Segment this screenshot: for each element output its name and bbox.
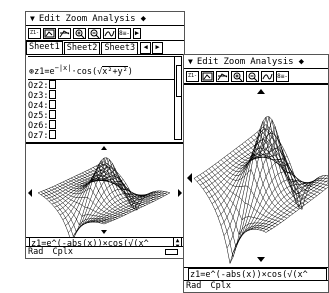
view-window-icon[interactable] (58, 27, 71, 39)
equation-row-2[interactable]: Oz2: (28, 80, 174, 91)
sheet-select-button[interactable]: Z1-Z8 (28, 27, 41, 39)
status-bar: Rad Cplx (26, 246, 184, 258)
rotate-left-arrow-icon[interactable] (187, 173, 192, 183)
menu-analysis[interactable]: Analysis (250, 57, 293, 67)
table-button[interactable]: 8≡- (118, 27, 131, 39)
menu-zoom[interactable]: Zoom (66, 14, 88, 24)
tab-scroll-right-icon[interactable]: ▶ (152, 42, 164, 54)
menu-edit[interactable]: Edit (39, 14, 61, 24)
tab-sheet2[interactable]: Sheet2 (63, 42, 101, 54)
surface-mesh (37, 157, 171, 242)
surface-plot (187, 89, 328, 264)
equation-row-6[interactable]: Oz6: (28, 120, 174, 131)
zoom-out-icon[interactable] (246, 70, 259, 82)
zoom-in-icon[interactable] (231, 70, 244, 82)
graph3d-window[interactable] (26, 142, 184, 242)
rotate-right-arrow-icon[interactable] (178, 189, 182, 197)
tab-scroll-left-icon[interactable]: ◀ (140, 42, 152, 54)
equation-row-3[interactable]: Oz3: (28, 90, 174, 101)
tab-sheet3[interactable]: Sheet3 (101, 42, 139, 54)
menu-bar: ▼ Edit Zoom Analysis ◆ (184, 55, 328, 69)
equation-row-7[interactable]: Oz7: (28, 130, 174, 141)
complex-mode: Cplx (210, 281, 231, 291)
rotate-up-arrow-icon[interactable] (257, 89, 265, 94)
menu-triangle-icon[interactable]: ▼ (30, 14, 35, 23)
graph3d-editor-screen: ▼ Edit Zoom Analysis ◆ Z1-Z8 8≡- ▶ Sheet1 Sh… (25, 11, 185, 259)
complex-mode: Cplx (52, 247, 73, 257)
menu-bar: ▼ Edit Zoom Analysis ◆ (26, 12, 184, 26)
empty-entry-box (49, 90, 57, 99)
empty-entry-box (49, 120, 57, 129)
rotate-down-arrow-icon[interactable] (101, 230, 107, 234)
rotate-down-arrow-icon[interactable] (257, 257, 265, 262)
diamond-icon[interactable]: ◆ (299, 57, 304, 67)
sheet-tabs: Sheet1 Sheet2 Sheet3 ◀ ▶ (26, 41, 184, 55)
equation-formula: z1=e−|x|·cos(√x²+y²) (34, 64, 133, 77)
menu-analysis[interactable]: Analysis (92, 14, 135, 24)
rotate-up-arrow-icon[interactable] (101, 146, 107, 150)
graph-window-icon[interactable] (43, 27, 56, 39)
empty-entry-box (49, 80, 57, 89)
toolbar-scroll-right-icon[interactable]: ▶ (133, 27, 141, 39)
angle-mode: Rad (186, 281, 202, 291)
diamond-icon[interactable]: ◆ (141, 14, 146, 24)
view-window-icon[interactable] (216, 70, 229, 82)
toolbar: Z1-Z8 8≡- ▶ (26, 26, 184, 41)
trace-icon[interactable] (261, 70, 274, 82)
tab-sheet1[interactable]: Sheet1 (26, 41, 63, 54)
zoom-in-icon[interactable] (73, 27, 86, 39)
toolbar: Z1-Z8 8≡- (184, 69, 328, 84)
table-button[interactable]: 8≡- (276, 70, 289, 82)
menu-edit[interactable]: Edit (197, 57, 219, 67)
zoom-out-icon[interactable] (88, 27, 101, 39)
equation-row-4[interactable]: Oz4: (28, 100, 174, 111)
equation-row-1[interactable]: ⊛z1=e−|x|·cos(√x²+y²) (28, 56, 174, 80)
sheet-select-button[interactable]: Z1-Z8 (186, 70, 199, 82)
equation-scrollbar[interactable] (174, 56, 182, 140)
trace-icon[interactable] (103, 27, 116, 39)
empty-entry-box (49, 130, 57, 139)
menu-zoom[interactable]: Zoom (224, 57, 246, 67)
rotate-left-arrow-icon[interactable] (28, 189, 32, 197)
scroll-thumb[interactable] (176, 65, 182, 97)
menu-triangle-icon[interactable]: ▼ (188, 57, 193, 66)
surface-plot (28, 146, 182, 242)
status-bar: Rad Cplx (184, 280, 328, 292)
angle-mode: Rad (28, 247, 44, 257)
empty-entry-box (49, 110, 57, 119)
graph3d-window[interactable] (184, 84, 328, 268)
equation-list: ⊛z1=e−|x|·cos(√x²+y²) Oz2: Oz3: Oz4: Oz5… (28, 56, 174, 141)
battery-icon (165, 249, 178, 255)
graph3d-fullscreen: ▼EditZoomAnalysis◆ Z1-Z8 8≡- z1=e^(-abs(… (183, 54, 329, 293)
empty-entry-box (49, 100, 57, 109)
equation-row-5[interactable]: Oz5: (28, 110, 174, 121)
surface-mesh (193, 116, 328, 264)
graph-window-icon[interactable] (201, 70, 214, 82)
